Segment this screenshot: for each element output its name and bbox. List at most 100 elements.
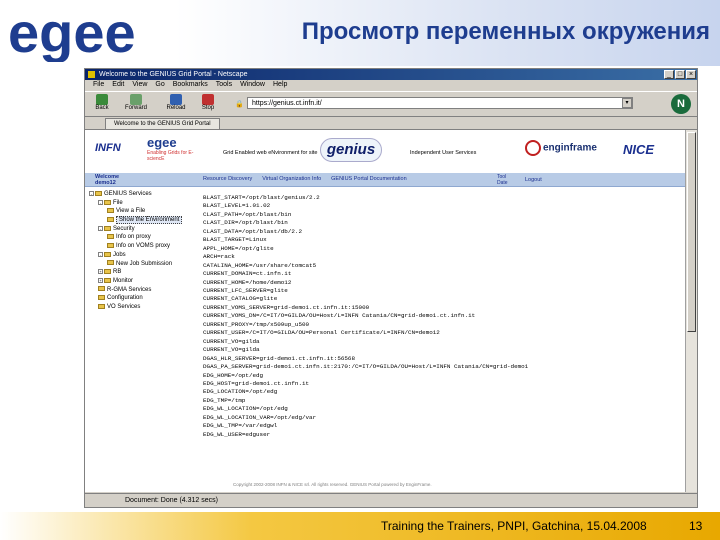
env-variable-line: CURRENT_VO=gilda — [203, 337, 260, 345]
env-variable-line: CURRENT_LFC_SERVER=glite — [203, 286, 288, 294]
tab-bar: Welcome to the GENIUS Grid Portal — [85, 117, 697, 130]
folder-icon — [98, 286, 105, 292]
reload-icon — [170, 94, 182, 105]
collapse-icon[interactable]: - — [89, 190, 94, 196]
env-variable-line: CURRENT_VOMS_SERVER=grid-demo1.ct.infn.i… — [203, 303, 370, 311]
enginframe-logo: enginframe — [525, 140, 597, 156]
env-variable-line: BLAST_LEVEL=1.01.02 — [203, 202, 271, 210]
tree-item-label: View a File — [116, 208, 146, 215]
tree-item[interactable]: Info on VOMS proxy — [89, 242, 201, 251]
genius-logo: genius — [320, 138, 382, 162]
menu-edit[interactable]: Edit — [112, 80, 124, 90]
env-variable-line: EDG_LOCATION=/opt/edg — [203, 388, 278, 396]
stop-icon — [202, 94, 214, 105]
folder-icon — [98, 295, 105, 301]
env-variable-line: BLAST_START=/opt/blast/genius/2.2 — [203, 194, 320, 201]
menu-bookmarks[interactable]: Bookmarks — [173, 80, 208, 90]
menu-file[interactable]: File — [93, 80, 104, 90]
tree-item[interactable]: - Jobs — [89, 251, 201, 260]
collapse-icon[interactable]: - — [98, 199, 103, 205]
egee-logo: egee — [8, 6, 136, 62]
env-variable-line: APPL_HOME=/opt/glite — [203, 244, 274, 252]
tree-item[interactable]: Info on proxy — [89, 233, 201, 242]
folder-icon — [98, 303, 105, 309]
env-variable-line: CATALINA_HOME=/usr/share/tomcat5 — [203, 261, 317, 269]
maximize-button[interactable]: □ — [675, 70, 685, 79]
address-input[interactable]: https://genius.ct.infn.it/ — [247, 97, 633, 109]
folder-icon — [104, 277, 111, 283]
folder-icon — [107, 208, 114, 214]
tagline-left: Grid Enabled web eNvironment for site — [223, 150, 318, 156]
logout-link[interactable]: Logout — [525, 177, 542, 183]
enginframe-circle-icon — [525, 140, 541, 156]
tree-item-label: GENIUS Services — [104, 191, 152, 197]
tree-item[interactable]: R-GMA Services — [89, 286, 201, 295]
nav-vo-info[interactable]: Virtual Organization Info — [262, 176, 321, 182]
env-variable-line: CURRENT_HOME=/home/demo12 — [203, 278, 292, 286]
env-variable-line: CURRENT_VO=gilda — [203, 346, 260, 354]
expand-icon[interactable]: + — [98, 277, 103, 283]
nav-tool-date: Tool Date — [497, 174, 508, 186]
env-variable-line: EDG_WL_LOCATION=/opt/edg — [203, 405, 288, 413]
nice-logo: NICE — [623, 142, 655, 157]
menu-go[interactable]: Go — [155, 80, 164, 90]
tree-item-label: R-GMA Services — [107, 286, 152, 293]
collapse-icon[interactable]: - — [98, 251, 103, 257]
tree-item-label: Info on proxy — [116, 234, 151, 241]
env-variable-line: DGAS_PA_SERVER=grid-demo1.ct.infn.it:217… — [203, 363, 529, 371]
tree-item[interactable]: Configuration — [89, 294, 201, 303]
tree-item[interactable]: - GENIUS Services — [89, 190, 201, 199]
env-variable-line: EDG_WL_LOCATION_VAR=/opt/edg/var — [203, 413, 317, 421]
tree-item-label: Jobs — [113, 251, 126, 258]
tree-item[interactable]: + Monitor — [89, 277, 201, 286]
stop-button[interactable]: Stop — [197, 94, 219, 116]
menu-help[interactable]: Help — [273, 80, 287, 90]
tree-item[interactable]: Show the Environment — [89, 216, 201, 225]
netscape-logo-icon: N — [671, 94, 691, 114]
scrollbar-thumb[interactable] — [687, 132, 696, 332]
welcome-user: Welcome demo12 — [95, 174, 120, 186]
env-variable-line: CURRENT_USER=/C=IT/O=GILDA/OU=Personal C… — [203, 329, 440, 337]
env-variable-line: EDG_HOME=/opt/edg — [203, 371, 264, 379]
close-button[interactable]: × — [686, 70, 696, 79]
env-variable-line: CURRENT_VOMS_DN=/C=IT/O=GILDA/OU=Host/L=… — [203, 312, 476, 320]
menu-view[interactable]: View — [132, 80, 147, 90]
vertical-scrollbar[interactable] — [685, 130, 697, 492]
env-variable-line: EDG_TMP=/tmp — [203, 396, 246, 404]
slide-footer-text: Training the Trainers, PNPI, Gatchina, 1… — [381, 519, 647, 533]
env-variable-line: ARCH=rack — [203, 253, 235, 261]
tree-item[interactable]: New Job Submission — [89, 260, 201, 269]
env-variable-line: EDG_HOST=grid-demo1.ct.infn.it — [203, 379, 310, 387]
collapse-icon[interactable]: - — [98, 225, 103, 231]
nav-documentation[interactable]: GENIUS Portal Documentation — [331, 176, 407, 182]
expand-icon[interactable]: + — [98, 269, 103, 275]
portal-nav-strip: Welcome demo12 Resource Discovery Virtua… — [85, 173, 685, 187]
tagline-right: Independent User Services — [410, 150, 477, 156]
copyright-note: Copyright 2002-2008 INFN & NICE srl. All… — [233, 482, 432, 487]
tree-item[interactable]: VO Services — [89, 303, 201, 312]
forward-button[interactable]: Forward — [125, 94, 147, 116]
back-button[interactable]: Back — [91, 94, 113, 116]
tree-item[interactable]: View a File — [89, 207, 201, 216]
tab-welcome[interactable]: Welcome to the GENIUS Grid Portal — [105, 118, 220, 129]
tree-item[interactable]: + RB — [89, 268, 201, 277]
tree-item[interactable]: - Security — [89, 225, 201, 234]
env-variable-line: CURRENT_PROXY=/tmp/x509up_u500 — [203, 320, 310, 328]
address-dropdown-button[interactable]: ▾ — [622, 98, 632, 108]
egee-small-logo: egee Enabling Grids for E-sciencE — [147, 135, 194, 163]
tree-item-label: VO Services — [107, 303, 141, 310]
tree-item-label: RB — [113, 269, 122, 276]
menu-tools[interactable]: Tools — [216, 80, 232, 90]
menu-window[interactable]: Window — [240, 80, 265, 90]
env-variable-line: CLAST_PATH=/opt/blast/bin — [203, 210, 292, 218]
env-variable-line: CURRENT_CATALOG=glite — [203, 295, 278, 303]
infn-logo: INFN — [95, 142, 121, 154]
reload-button[interactable]: Reload — [165, 94, 187, 116]
tree-item[interactable]: - File — [89, 199, 201, 208]
nav-resource-discovery[interactable]: Resource Discovery — [203, 176, 252, 182]
env-variable-line: EDG_WL_USER=edguser — [203, 430, 271, 438]
page-content: INFN egee Enabling Grids for E-sciencE G… — [85, 130, 685, 492]
minimize-button[interactable]: _ — [664, 70, 674, 79]
folder-icon — [107, 216, 114, 222]
folder-icon — [104, 199, 111, 205]
